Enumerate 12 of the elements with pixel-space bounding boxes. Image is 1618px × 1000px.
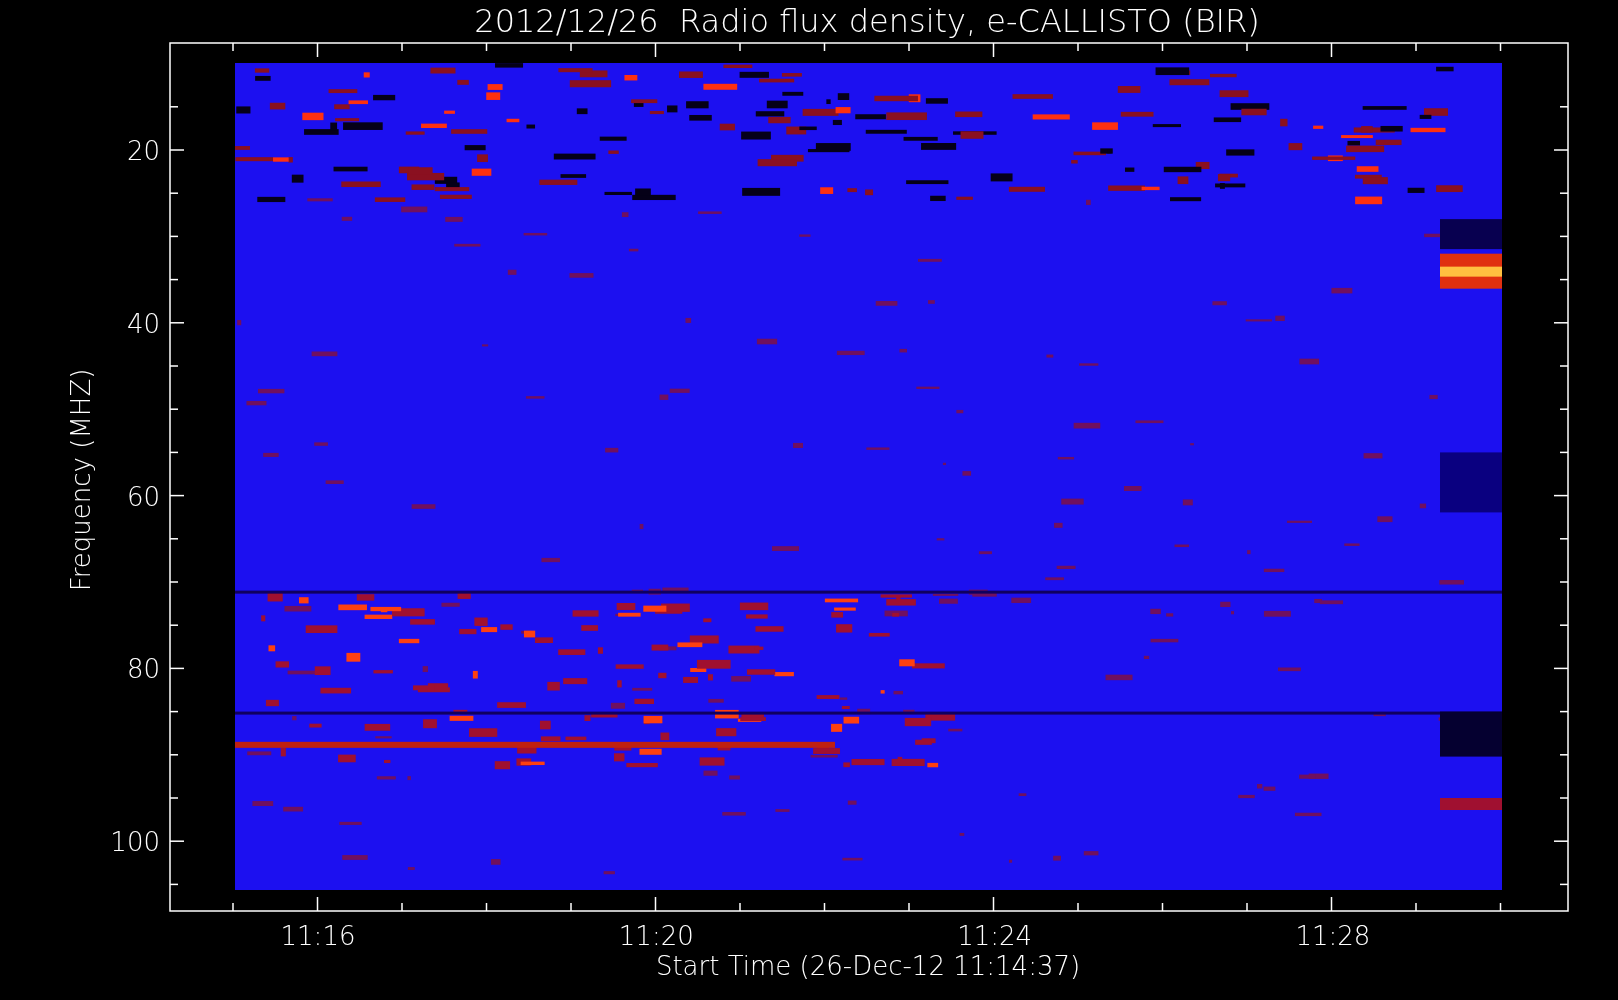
x-tick-label: 11:28 — [1295, 921, 1371, 951]
y-axis-label: Frequency (MHZ) — [66, 368, 96, 592]
y-tick-label: 80 — [126, 654, 160, 685]
x-tick-label: 11:24 — [957, 921, 1033, 951]
y-tick-label: 20 — [126, 136, 160, 166]
chart-title: 2012/12/26 Radio flux density, e-CALLISTO (BIR) — [474, 2, 1260, 40]
y-tick-label: 100 — [110, 827, 160, 857]
x-tick-label: 11:16 — [280, 921, 356, 951]
x-tick-label: 11:20 — [618, 921, 694, 951]
y-tick-label: 60 — [126, 481, 160, 512]
x-axis-label: Start Time (26-Dec-12 11:14:37) — [655, 951, 1081, 981]
y-tick-label: 40 — [126, 308, 160, 339]
